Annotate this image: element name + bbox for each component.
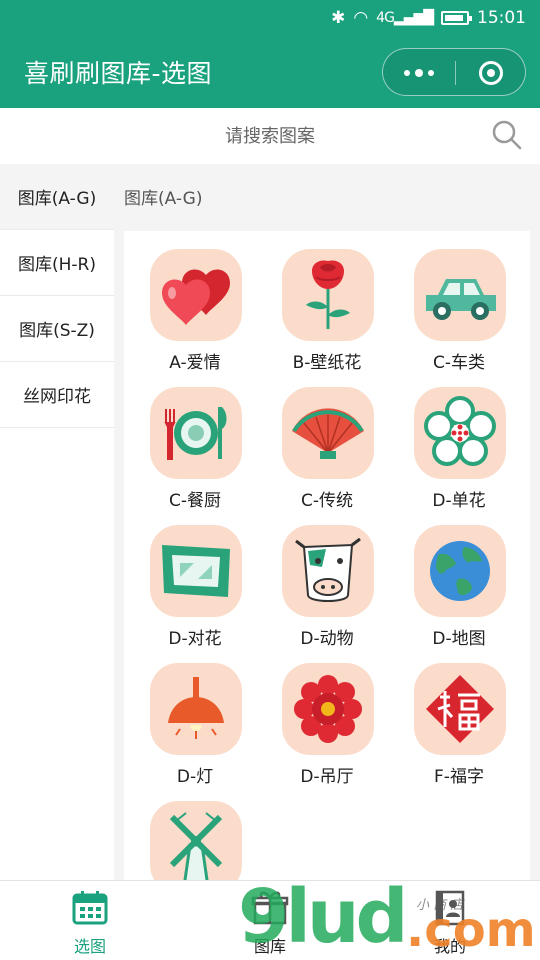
navigation-bar: 喜刷刷图库-选图 [0, 36, 540, 108]
app-page: ✱ ◠ 4G▂▄▆█ 15:01 喜刷刷图库-选图 图库(A-G) 图库(H-R… [0, 0, 540, 960]
page-title: 喜刷刷图库-选图 [24, 59, 213, 88]
pattern-item-hanging-hall[interactable]: D-吊厅 [261, 645, 393, 787]
pattern-item-animals[interactable]: D-动物 [261, 507, 393, 649]
cellular-signal-icon: 4G▂▄▆█ [376, 10, 434, 26]
bluetooth-icon: ✱ [331, 8, 346, 28]
category-sidebar: 图库(A-G) 图库(H-R) 图库(S-Z) 丝网印花 [0, 164, 114, 880]
search-input[interactable] [60, 118, 480, 154]
sidebar-item-a-g[interactable]: 图库(A-G) [0, 164, 114, 230]
car-icon [426, 279, 496, 320]
pattern-item-fu-character[interactable]: F-福字 [393, 645, 525, 787]
bottom-tab-bar: 选图 图库 我的 [0, 880, 540, 960]
gallery-content: 图库(A-G) A-爱情 B-壁纸花 C-车类 C-餐厨 C-传统 D-单花 D… [114, 164, 540, 880]
frame-icon [162, 545, 230, 597]
pattern-item-traditional[interactable]: C-传统 [261, 369, 393, 511]
cow-icon [295, 537, 361, 602]
hearts-icon [162, 269, 230, 325]
section-title: 图库(A-G) [124, 189, 203, 209]
globe-icon [430, 541, 490, 601]
lamp-icon [168, 677, 224, 739]
tab-mine[interactable]: 我的 [360, 881, 540, 960]
gift-icon [251, 891, 289, 925]
pattern-item-wallpaper-flower[interactable]: B-壁纸花 [261, 231, 393, 373]
pattern-item-map[interactable]: D-地图 [393, 507, 525, 649]
status-time: 15:01 [477, 8, 526, 28]
pattern-item-single-flower[interactable]: D-单花 [393, 369, 525, 511]
pattern-item-windmill[interactable] [129, 783, 261, 880]
battery-icon [441, 11, 472, 25]
fu-character-icon [426, 675, 494, 743]
flower-icon [294, 675, 362, 743]
pattern-item-pair-flower[interactable]: D-对花 [129, 507, 261, 649]
pattern-grid: A-爱情 B-壁纸花 C-车类 C-餐厨 C-传统 D-单花 D-对花 D-动物… [124, 231, 530, 880]
more-menu-icon[interactable] [383, 49, 455, 97]
pattern-item-kitchen[interactable]: C-餐厨 [129, 369, 261, 511]
status-bar: ✱ ◠ 4G▂▄▆█ 15:01 [0, 0, 540, 36]
tab-gallery[interactable]: 图库 [180, 881, 360, 960]
sidebar-item-s-z[interactable]: 图库(S-Z) [0, 296, 114, 362]
close-miniprogram-icon[interactable] [479, 61, 503, 85]
fan-icon [292, 408, 364, 459]
pattern-item-love[interactable]: A-爱情 [129, 231, 261, 373]
calendar-icon [72, 891, 108, 925]
sidebar-item-h-r[interactable]: 图库(H-R) [0, 230, 114, 296]
tableware-icon [164, 407, 227, 460]
pattern-item-lamp[interactable]: D-灯 [129, 645, 261, 787]
wifi-icon: ◠ [353, 8, 369, 28]
tab-select-image[interactable]: 选图 [0, 881, 180, 960]
sidebar-item-screen-print[interactable]: 丝网印花 [0, 362, 114, 428]
plum-blossom-icon [424, 396, 496, 466]
network-type: 4G [376, 10, 395, 26]
miniprogram-capsule [382, 48, 526, 96]
search-icon[interactable] [492, 120, 522, 150]
pattern-item-cars[interactable]: C-车类 [393, 231, 525, 373]
contact-book-icon [435, 890, 465, 926]
rose-icon [306, 260, 350, 329]
windmill-icon [169, 812, 223, 880]
search-bar [0, 108, 540, 164]
